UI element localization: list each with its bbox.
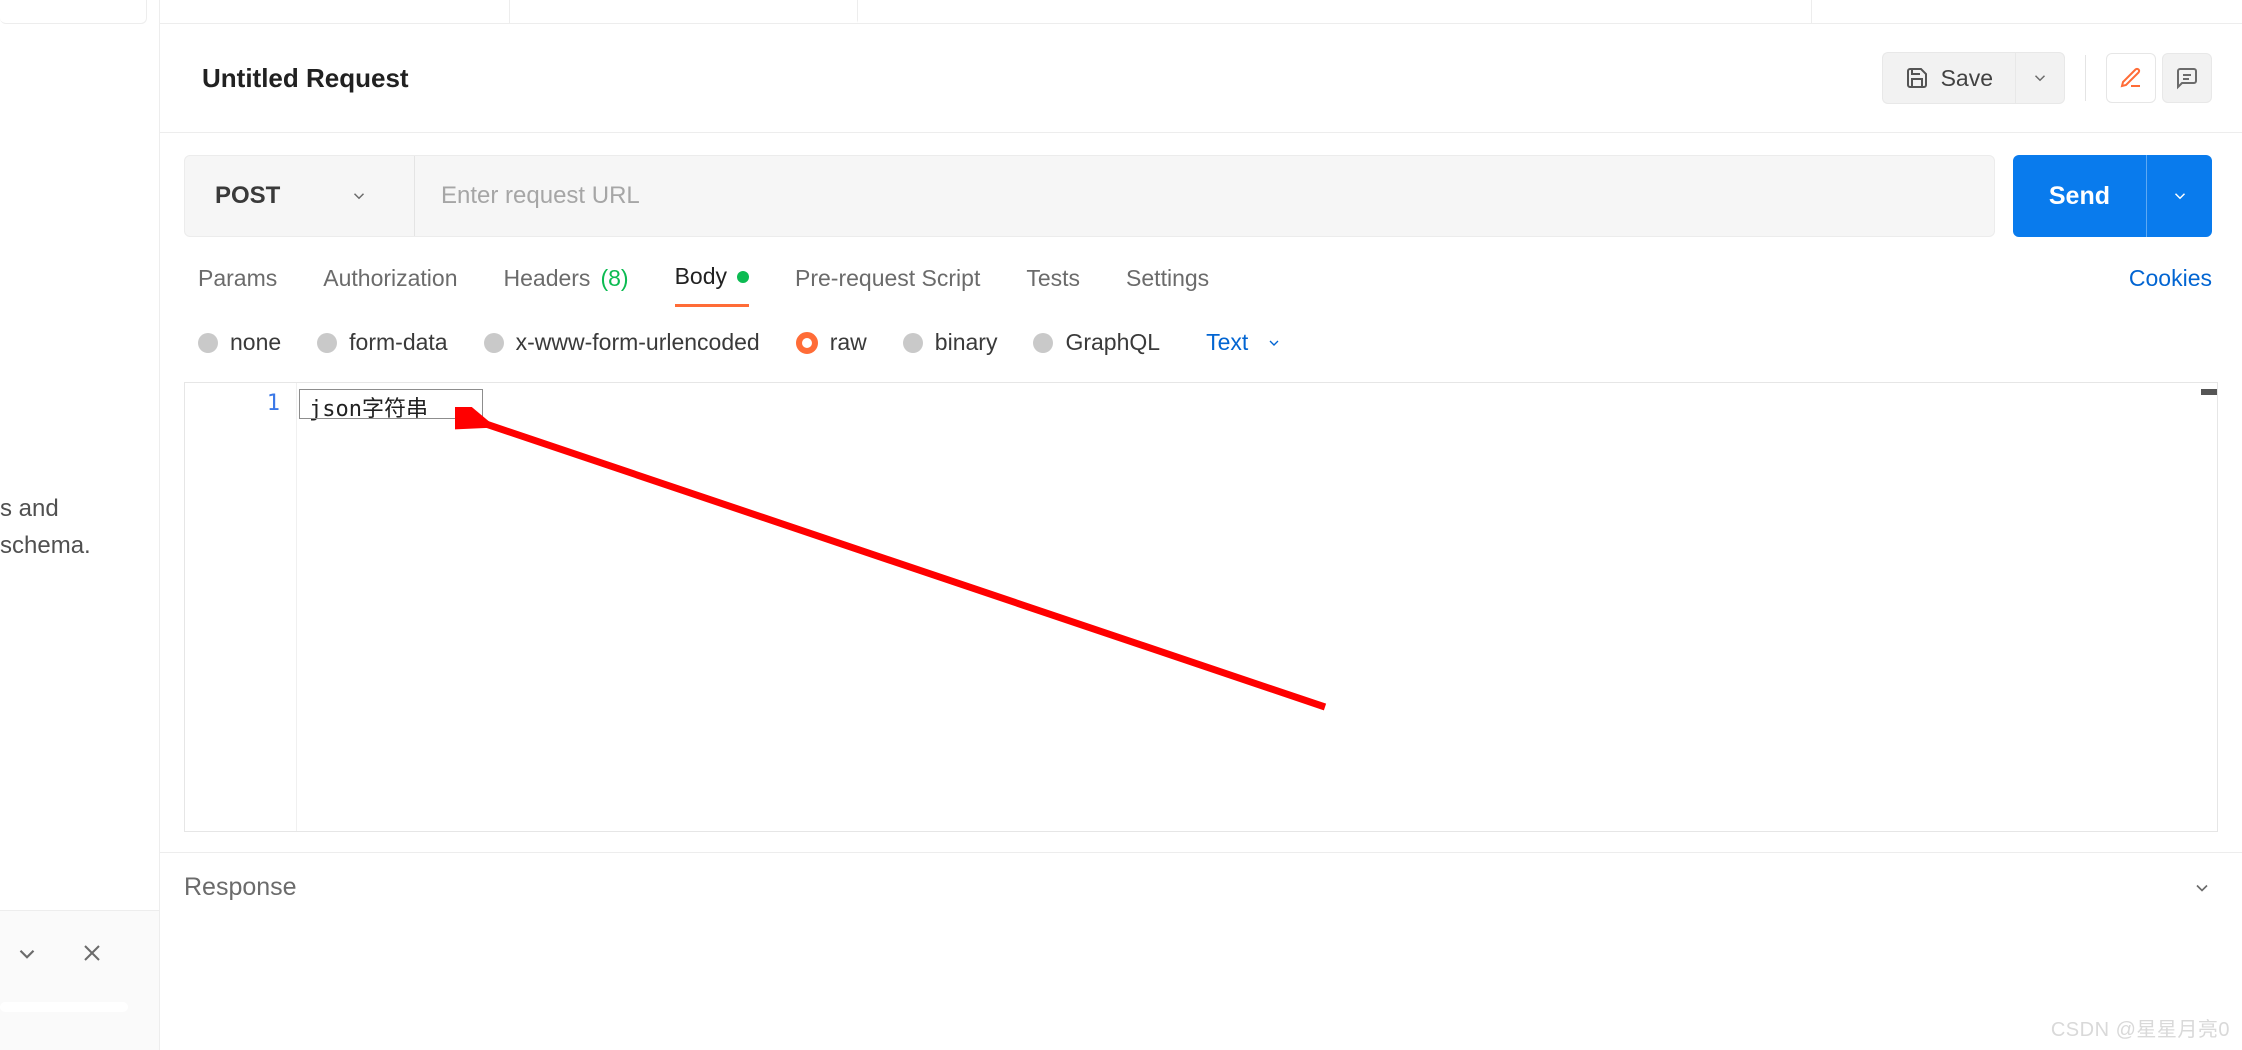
tab-params[interactable]: Params: [198, 265, 277, 306]
body-type-binary[interactable]: binary: [903, 329, 998, 356]
body-type-formdata[interactable]: form-data: [317, 329, 447, 356]
tab-headers[interactable]: Headers (8): [504, 265, 629, 306]
tab-tests[interactable]: Tests: [1026, 265, 1080, 306]
body-format-dropdown[interactable]: Text: [1206, 329, 1282, 356]
tab-settings-label: Settings: [1126, 265, 1209, 292]
request-title: Untitled Request: [202, 63, 409, 94]
chevron-down-icon[interactable]: [14, 941, 40, 967]
editor-text: json字符串: [309, 397, 428, 422]
tab-params-label: Params: [198, 265, 277, 292]
title-bar: Untitled Request Save: [160, 24, 2242, 133]
send-dropdown[interactable]: [2146, 155, 2212, 237]
body-type-formdata-label: form-data: [349, 329, 447, 356]
chevron-down-icon: [1266, 335, 1282, 351]
chevron-down-icon: [2171, 187, 2189, 205]
editor-content[interactable]: json字符串: [297, 383, 2217, 831]
sidebar-tab-stub: [0, 0, 147, 24]
top-tab-1[interactable]: [160, 0, 510, 23]
body-type-xwww-label: x-www-form-urlencoded: [516, 329, 760, 356]
toolbar-divider: [2085, 55, 2086, 101]
comment-icon: [2175, 66, 2199, 90]
sidebar: s and schema.: [0, 0, 160, 1050]
editor-gutter: 1: [185, 383, 297, 831]
http-method-label: POST: [215, 182, 280, 210]
unsaved-dot-icon: [737, 271, 749, 283]
body-type-none[interactable]: none: [198, 329, 281, 356]
top-tab-3[interactable]: [858, 0, 1812, 23]
body-type-raw-label: raw: [830, 329, 867, 356]
save-button-label: Save: [1941, 65, 1993, 92]
tab-tests-label: Tests: [1026, 265, 1080, 292]
comment-button[interactable]: [2162, 53, 2212, 103]
watermark: CSDN @星星月亮0: [2051, 1013, 2230, 1042]
body-type-row: none form-data x-www-form-urlencoded raw…: [160, 307, 2242, 374]
request-url-input[interactable]: [415, 156, 1994, 236]
radio-selected-icon: [796, 332, 818, 354]
save-icon: [1905, 66, 1929, 90]
sidebar-footer-bar: [0, 1002, 128, 1012]
http-method-dropdown[interactable]: POST: [185, 156, 415, 236]
editor-scroll-marker: [2201, 389, 2217, 395]
tab-prerequest-label: Pre-request Script: [795, 265, 980, 292]
body-type-none-label: none: [230, 329, 281, 356]
top-tab-strip: [160, 0, 2242, 24]
request-row: POST Send: [160, 133, 2242, 237]
request-tabs: Params Authorization Headers (8) Body Pr…: [160, 237, 2242, 307]
cookies-link[interactable]: Cookies: [2129, 265, 2212, 306]
sidebar-hint: s and schema.: [0, 490, 160, 564]
save-button[interactable]: Save: [1882, 52, 2015, 104]
radio-icon: [198, 333, 218, 353]
sidebar-hint-line1: s and: [0, 495, 59, 522]
cookies-link-label: Cookies: [2129, 265, 2212, 291]
method-url-bar: POST: [184, 155, 1995, 237]
body-type-raw[interactable]: raw: [796, 329, 867, 356]
tab-body-label: Body: [675, 263, 727, 290]
top-tab-2[interactable]: [510, 0, 858, 23]
response-label: Response: [184, 873, 297, 902]
pencil-icon: [2119, 66, 2143, 90]
sidebar-hint-line2: schema.: [0, 532, 91, 559]
tab-authorization-label: Authorization: [323, 265, 457, 292]
radio-icon: [484, 333, 504, 353]
radio-icon: [903, 333, 923, 353]
save-dropdown-button[interactable]: [2015, 52, 2065, 104]
edit-button[interactable]: [2106, 53, 2156, 103]
radio-icon: [1033, 333, 1053, 353]
tab-authorization[interactable]: Authorization: [323, 265, 457, 306]
tab-settings[interactable]: Settings: [1126, 265, 1209, 306]
main-panel: Untitled Request Save: [160, 0, 2242, 1050]
send-button-label: Send: [2013, 182, 2146, 211]
body-type-graphql[interactable]: GraphQL: [1033, 329, 1160, 356]
response-section: Response: [160, 853, 2242, 902]
body-type-graphql-label: GraphQL: [1065, 329, 1160, 356]
body-editor[interactable]: 1 json字符串: [184, 382, 2218, 832]
tab-headers-label: Headers: [504, 265, 591, 292]
line-number: 1: [267, 391, 280, 416]
body-format-label: Text: [1206, 329, 1248, 356]
radio-icon: [317, 333, 337, 353]
tab-headers-count: (8): [600, 265, 628, 292]
send-button[interactable]: Send: [2013, 155, 2212, 237]
tab-body[interactable]: Body: [675, 263, 749, 307]
sidebar-footer: [0, 910, 159, 1050]
close-icon[interactable]: [80, 941, 106, 967]
response-collapse-button[interactable]: [2192, 878, 2212, 898]
body-type-binary-label: binary: [935, 329, 998, 356]
chevron-down-icon: [350, 187, 368, 205]
body-type-xwww[interactable]: x-www-form-urlencoded: [484, 329, 760, 356]
tab-prerequest[interactable]: Pre-request Script: [795, 265, 980, 306]
chevron-down-icon: [2192, 878, 2212, 898]
